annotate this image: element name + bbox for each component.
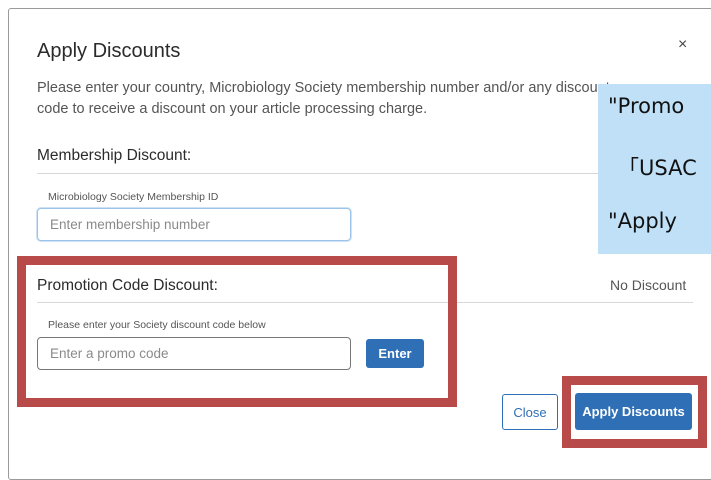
note-line-apply: "Apply <box>608 209 677 233</box>
dialog-intro-text: Please enter your country, Microbiology … <box>37 80 610 117</box>
note-line-promo: "Promo <box>608 94 685 118</box>
discount-status: No Discount <box>610 277 687 293</box>
close-button[interactable]: Close <box>502 394 558 430</box>
membership-id-label: Microbiology Society Membership ID <box>48 191 219 203</box>
promo-section-highlight <box>17 256 457 407</box>
membership-divider <box>37 173 693 174</box>
membership-section-title: Membership Discount: <box>37 147 192 164</box>
note-line-usac: 「USAC <box>618 156 697 180</box>
annotation-note-panel: "Promo 「USAC "Apply <box>598 84 711 254</box>
close-icon[interactable]: × <box>678 36 687 54</box>
membership-number-input[interactable] <box>37 208 351 241</box>
dialog-title: Apply Discounts <box>37 40 181 62</box>
apply-button-highlight <box>562 376 707 448</box>
